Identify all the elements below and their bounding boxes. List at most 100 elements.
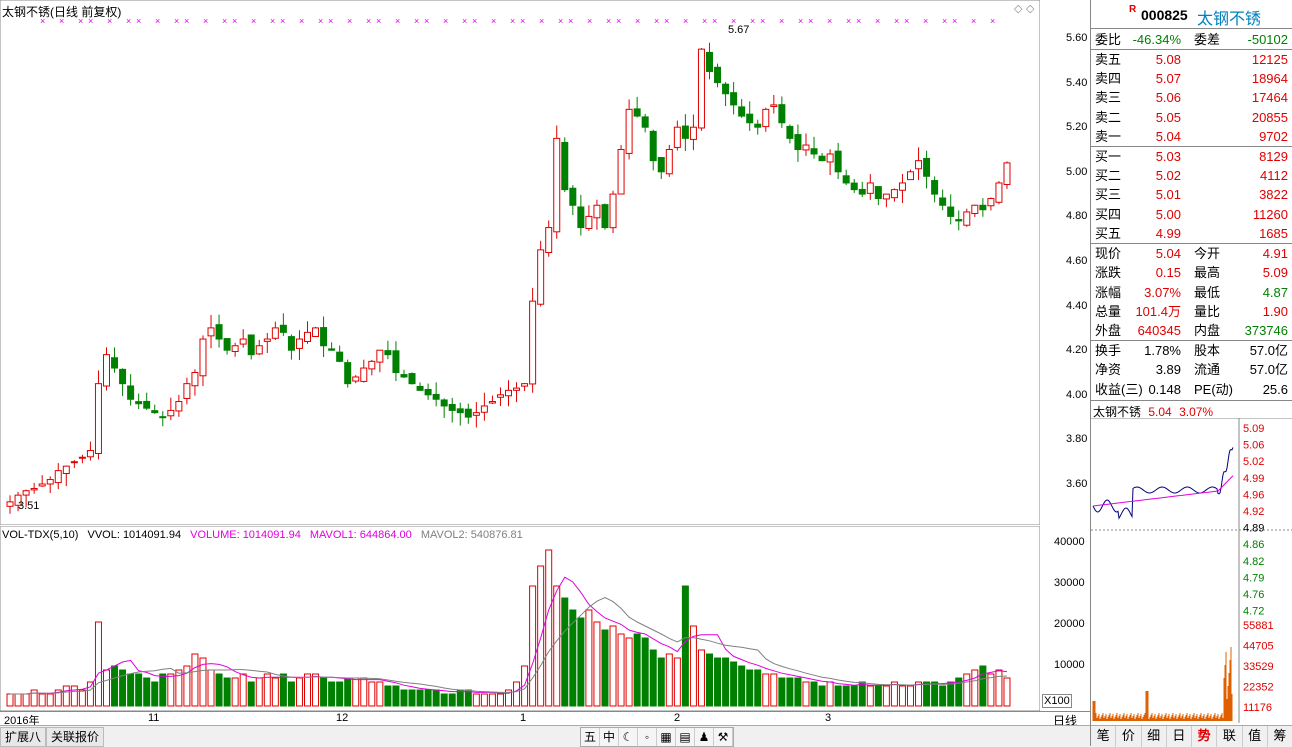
signal-marker: × [510, 16, 515, 26]
volume-bar [295, 677, 303, 707]
row-value2: 57.0亿 [1249, 343, 1288, 358]
signal-marker: × [904, 16, 909, 26]
bid-row[interactable]: 买二 5.02 4112 [1093, 166, 1291, 185]
candle-body [810, 148, 818, 155]
stat-row[interactable]: 涨跌 0.15 最高 5.09 [1093, 263, 1291, 282]
stat-row[interactable]: 总量 101.4万 量比 1.90 [1093, 302, 1291, 321]
volume-bar [103, 669, 110, 707]
bid-row[interactable]: 买一 5.03 8129 [1093, 147, 1291, 166]
weibi-row[interactable]: 委比 -46.34% 委差 -50102 [1093, 30, 1291, 49]
volume-bar [947, 681, 955, 707]
candle-body [384, 350, 392, 356]
volume-bar [1003, 677, 1011, 707]
volume-chart[interactable] [0, 526, 1040, 711]
row-value2: 9702 [1259, 128, 1288, 144]
date-label: 11 [148, 712, 160, 724]
chinese-toggle[interactable]: 中 [600, 728, 619, 746]
right-tab[interactable]: 笔 [1091, 726, 1117, 747]
stat-row[interactable]: 净资 3.89 流通 57.0亿 [1093, 360, 1291, 379]
user-icon[interactable]: ♟ [695, 728, 714, 746]
stat-row[interactable]: 外盘 640345 内盘 373746 [1093, 321, 1291, 340]
keyboard-icon[interactable]: ▦ [657, 728, 676, 746]
punctuation-icon[interactable]: ◦ [638, 728, 657, 746]
volume-bar [392, 685, 400, 707]
ask-row[interactable]: 卖三 5.06 17464 [1093, 88, 1291, 107]
ask-row[interactable]: 卖二 5.05 20855 [1093, 108, 1291, 127]
signal-marker: × [174, 16, 179, 26]
row-label2: 流通 [1194, 362, 1221, 378]
candle-body [191, 372, 199, 387]
stat-row[interactable]: 换手 1.78% 股本 57.0亿 [1093, 341, 1291, 360]
chart-frame [0, 0, 1040, 525]
ask-row[interactable]: 卖一 5.04 9702 [1093, 127, 1291, 146]
volume-bar [810, 681, 818, 707]
right-tabs: 笔价细日势联值筹 [1091, 725, 1292, 747]
stat-row[interactable]: 现价 5.04 今开 4.91 [1093, 244, 1291, 263]
volume-bar [416, 689, 424, 707]
candle-body [561, 141, 569, 191]
volume-bar [738, 665, 746, 707]
ask-row[interactable]: 卖四 5.07 18964 [1093, 69, 1291, 88]
row-value: 5.04 [1155, 128, 1181, 144]
right-tab[interactable]: 价 [1116, 726, 1142, 747]
volume-bar [86, 681, 94, 707]
mini-price-tick: 4.96 [1243, 489, 1264, 501]
row-value2: 57.0亿 [1249, 362, 1288, 378]
volume-bar [939, 685, 947, 707]
volume-bar [207, 669, 215, 707]
bid-row[interactable]: 买五 4.99 1685 [1093, 224, 1291, 243]
stat-row[interactable]: 收益(三) 0.148 PE(动) 25.6 [1093, 380, 1291, 399]
mini-price-tick: 4.76 [1243, 589, 1264, 601]
volume-bar [239, 673, 247, 707]
row-value: 5.08 [1155, 52, 1181, 67]
bid-row[interactable]: 买四 5.00 11260 [1093, 205, 1291, 224]
row-value2: 1.90 [1262, 303, 1288, 319]
row-value: 5.06 [1155, 90, 1181, 106]
volume-bar [890, 681, 898, 707]
volume-bar [617, 633, 625, 707]
row-label: 外盘 [1095, 323, 1122, 339]
row-label: 收益(三) [1095, 381, 1143, 397]
right-tab[interactable]: 值 [1243, 726, 1268, 747]
tab-extend8[interactable]: 扩展八 [0, 727, 47, 747]
tab-related-quotes[interactable]: 关联报价 [46, 727, 105, 747]
volume-bar [360, 677, 368, 707]
row-value: 0.15 [1155, 265, 1181, 281]
signal-marker: × [299, 16, 304, 26]
ask-row[interactable]: 卖五 5.08 12125 [1093, 50, 1291, 69]
period-label[interactable]: 日线 [1040, 711, 1090, 728]
bid-row[interactable]: 买三 5.01 3822 [1093, 185, 1291, 204]
row-label2: 最高 [1194, 265, 1221, 281]
right-tab[interactable]: 联 [1217, 726, 1243, 747]
volume-bar [328, 681, 336, 707]
mini-price-tick: 4.99 [1243, 473, 1264, 485]
row-label: 总量 [1095, 303, 1122, 319]
volume-bar [593, 621, 601, 707]
kline-chart[interactable]: × × × × × × × × × × × × × × × × × × × × × × × × × × × × × × × × × × × × × × × ×… [0, 0, 1040, 525]
low-label: 3.51 [18, 500, 39, 512]
stat-row[interactable]: 涨幅 3.07% 最低 4.87 [1093, 283, 1291, 302]
volume-tick: 20000 [1054, 618, 1085, 630]
volume-bar [151, 681, 159, 707]
price-tick: 4.20 [1066, 344, 1088, 357]
right-tab[interactable]: 筹 [1268, 726, 1292, 747]
fullwidth-toggle[interactable]: 五 [581, 728, 600, 746]
volume-bar [649, 649, 657, 707]
wrench-icon[interactable]: ⚒ [714, 728, 733, 746]
right-tab[interactable]: 日 [1167, 726, 1192, 747]
candle-body [802, 144, 810, 151]
chart-title: 太钢不锈(日线 前复权) [2, 5, 122, 19]
candle-body [963, 211, 971, 226]
skin-icon[interactable]: ▤ [676, 728, 695, 746]
row-label2: 委差 [1194, 32, 1221, 47]
right-tab[interactable]: 细 [1142, 726, 1167, 747]
row-value: 0.148 [1148, 381, 1181, 397]
diamond-icon: ◇ [1014, 3, 1023, 15]
right-tab[interactable]: 势 [1192, 726, 1218, 747]
moon-icon[interactable]: ☾ [619, 728, 638, 746]
volume-unit: X100 [1042, 694, 1072, 708]
candle-body [641, 116, 649, 128]
candle-body [86, 450, 94, 458]
candle-body [432, 393, 440, 400]
candle-body [673, 126, 681, 148]
